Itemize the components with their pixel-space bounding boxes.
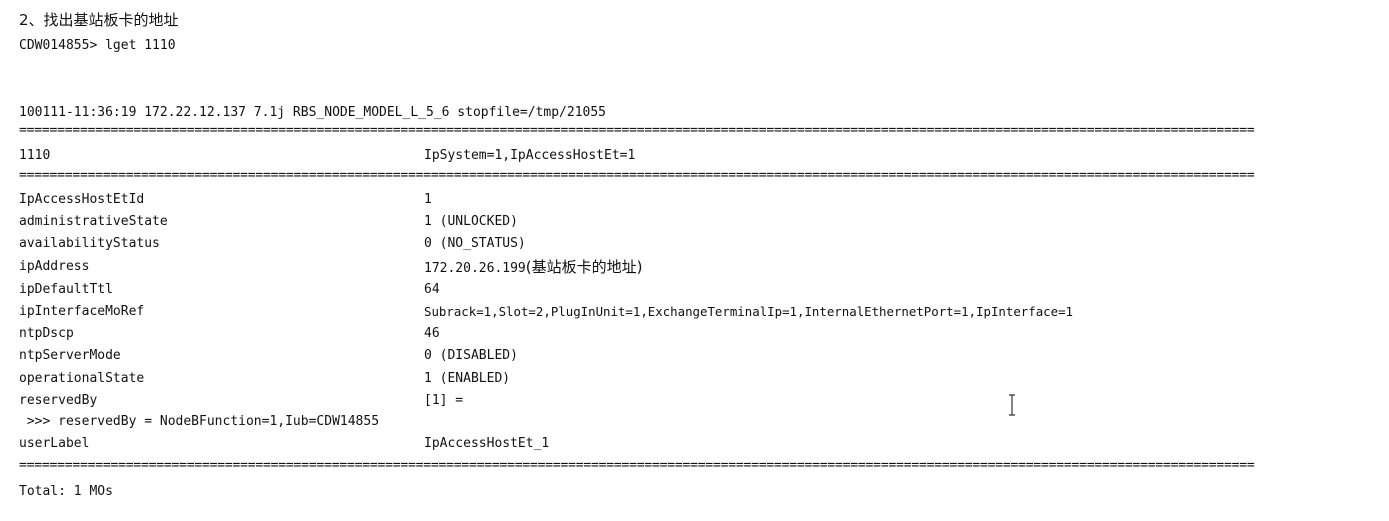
attribute-row: reservedBy [1] =	[19, 390, 1379, 412]
ip-address-value: 172.20.26.199	[424, 261, 526, 276]
attribute-name: ipDefaultTtl	[19, 282, 113, 297]
attribute-row: availabilityStatus 0 (NO_STATUS)	[19, 233, 1379, 255]
attribute-name: userLabel	[19, 436, 90, 451]
attribute-name: ipInterfaceMoRef	[19, 304, 145, 319]
attribute-value: 0 (DISABLED)	[424, 348, 518, 363]
attribute-value: 0 (NO_STATUS)	[424, 236, 526, 251]
reserved-by-detail-text: >>> reservedBy = NodeBFunction=1,Iub=CDW…	[19, 414, 380, 429]
separator-header: ========================================…	[19, 171, 1255, 181]
attribute-value: 1 (UNLOCKED)	[424, 214, 518, 229]
attribute-row: IpAccessHostEtId 1	[19, 189, 1379, 211]
attribute-row: administrativeState 1 (UNLOCKED)	[19, 211, 1379, 233]
reserved-by-detail: >>> reservedBy = NodeBFunction=1,Iub=CDW…	[19, 411, 1379, 433]
attribute-value: 46	[424, 326, 440, 341]
separator-top: ========================================…	[19, 126, 1255, 136]
terminal-capture: 2、找出基站板卡的地址 CDW014855> lget 1110 100111-…	[0, 0, 1389, 510]
section-heading: 2、找出基站板卡的地址	[19, 11, 179, 29]
attribute-name: administrativeState	[19, 214, 168, 229]
attribute-value: Subrack=1,Slot=2,PlugInUnit=1,ExchangeTe…	[424, 304, 1074, 319]
command-info-line: 100111-11:36:19 172.22.12.137 7.1j RBS_N…	[19, 105, 606, 120]
attribute-value: 1 (ENABLED)	[424, 371, 511, 386]
attribute-name: availabilityStatus	[19, 236, 160, 251]
attribute-row: ntpDscp 46	[19, 323, 1379, 345]
attribute-value: [1] =	[424, 393, 464, 408]
mo-header-row: 1110 IpSystem=1,IpAccessHostEt=1	[19, 145, 1379, 167]
ip-address-note: (基站板卡的地址)	[525, 258, 643, 276]
command-prompt-line: CDW014855> lget 1110	[19, 38, 176, 53]
attribute-name: ntpDscp	[19, 326, 74, 341]
attribute-value: 1	[424, 192, 432, 207]
attribute-name: reservedBy	[19, 393, 98, 408]
mo-id: 1110	[19, 148, 51, 163]
attribute-row: ipInterfaceMoRef Subrack=1,Slot=2,PlugIn…	[19, 301, 1379, 323]
attribute-name: ipAddress	[19, 259, 90, 274]
attribute-value: 64	[424, 282, 440, 297]
attribute-row-user-label: userLabel IpAccessHostEt_1	[19, 433, 1379, 455]
attribute-value: 172.20.26.199(基站板卡的地址)	[424, 256, 642, 280]
attribute-name: IpAccessHostEtId	[19, 192, 145, 207]
attribute-row: operationalState 1 (ENABLED)	[19, 368, 1379, 390]
attribute-value: IpAccessHostEt_1	[424, 436, 550, 451]
separator-bottom: ========================================…	[19, 461, 1255, 471]
attribute-row: ntpServerMode 0 (DISABLED)	[19, 345, 1379, 367]
attribute-name: ntpServerMode	[19, 348, 121, 363]
text-cursor-icon	[1009, 394, 1015, 416]
attribute-name: operationalState	[19, 371, 145, 386]
mo-ldn: IpSystem=1,IpAccessHostEt=1	[424, 148, 636, 163]
total-line: Total: 1 MOs	[19, 484, 113, 499]
attribute-row-ip-address: ipAddress 172.20.26.199(基站板卡的地址)	[19, 256, 1379, 278]
attribute-row: ipDefaultTtl 64	[19, 279, 1379, 301]
